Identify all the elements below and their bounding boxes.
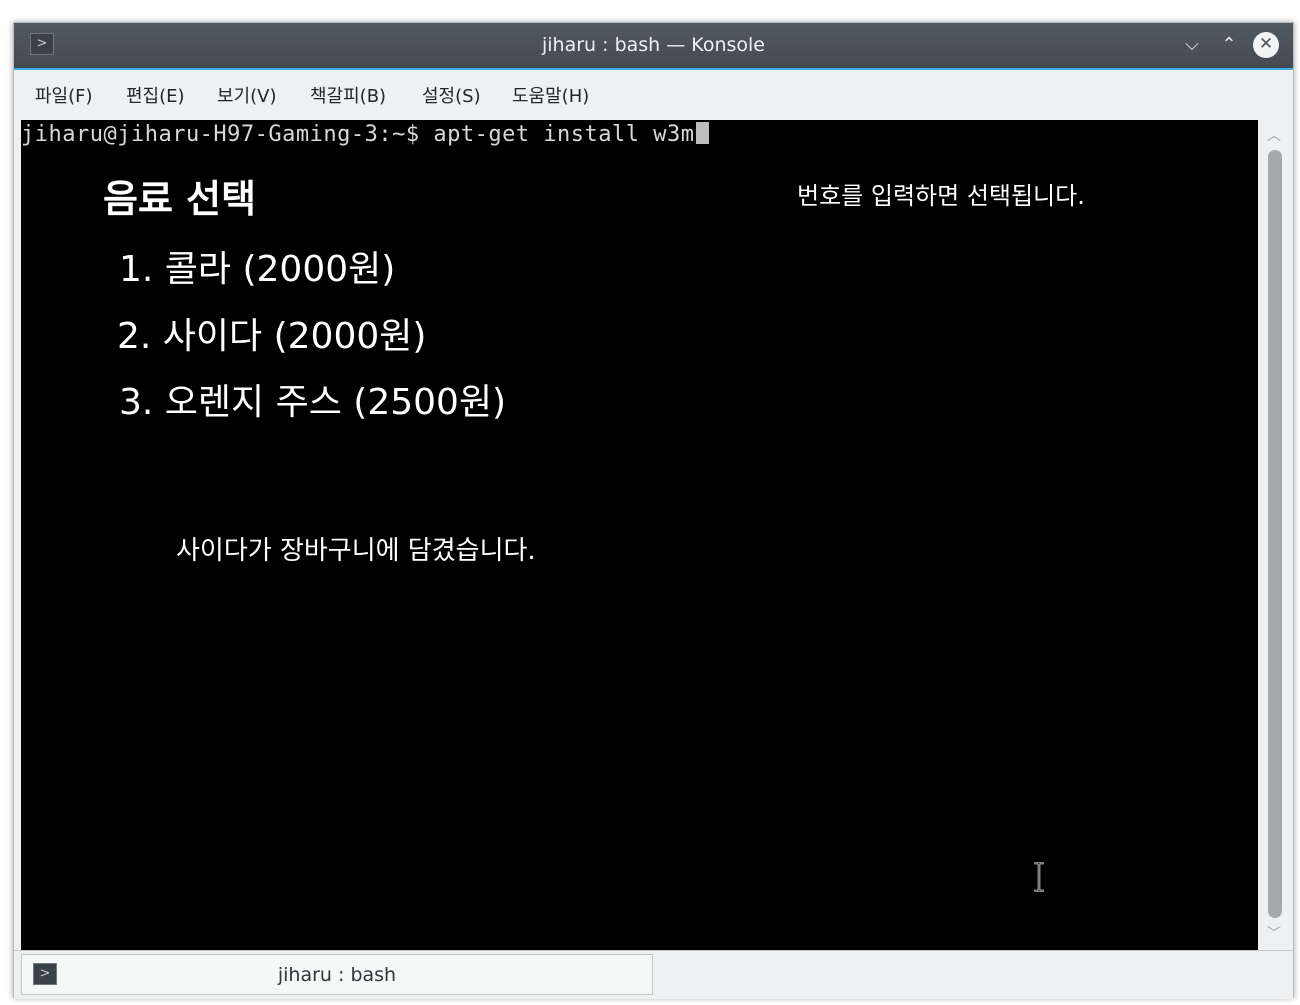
window-title: jiharu : bash — Konsole bbox=[542, 34, 765, 56]
ibeam-cursor-icon bbox=[1034, 862, 1044, 892]
option-orange-juice[interactable]: 3. 오렌지 주스 (2500원) bbox=[119, 373, 506, 425]
tab-bash[interactable]: > jiharu : bash bbox=[21, 954, 653, 995]
scrollbar-thumb[interactable] bbox=[1268, 150, 1282, 918]
menu-edit[interactable]: 편집(E) bbox=[126, 82, 185, 108]
scroll-up-icon[interactable]: ︿ bbox=[1260, 124, 1288, 148]
prompt-line: jiharu@jiharu-H97-Gaming-3:~$ apt-get in… bbox=[21, 122, 709, 147]
menu-bookmarks[interactable]: 책갈피(B) bbox=[310, 82, 386, 108]
menu-bar: 파일(F) 편집(E) 보기(V) 책갈피(B) 설정(S) 도움말(H) bbox=[14, 68, 1293, 120]
menu-file[interactable]: 파일(F) bbox=[35, 82, 93, 108]
menu-view[interactable]: 보기(V) bbox=[217, 82, 276, 108]
terminal-area[interactable]: jiharu@jiharu-H97-Gaming-3:~$ apt-get in… bbox=[21, 120, 1258, 950]
maximize-button[interactable]: ⌃ bbox=[1215, 31, 1243, 59]
close-button[interactable]: ✕ bbox=[1253, 32, 1279, 58]
menu-help[interactable]: 도움말(H) bbox=[512, 82, 589, 108]
tab-bar: > jiharu : bash bbox=[14, 950, 1293, 999]
konsole-window: > jiharu : bash — Konsole ⌵ ⌃ ✕ 파일(F) 편집… bbox=[13, 22, 1294, 999]
menu-settings[interactable]: 설정(S) bbox=[422, 82, 481, 108]
vertical-scrollbar[interactable]: ︿ ﹀ bbox=[1260, 120, 1288, 950]
minimize-button[interactable]: ⌵ bbox=[1178, 31, 1206, 59]
selection-hint: 번호를 입력하면 선택됩니다. bbox=[797, 182, 1085, 210]
tab-label: jiharu : bash bbox=[277, 964, 397, 986]
text-cursor bbox=[695, 122, 709, 144]
cart-message: 사이다가 장바구니에 담겼습니다. bbox=[176, 536, 536, 566]
prompt-text: jiharu@jiharu-H97-Gaming-3:~$ apt-get in… bbox=[21, 122, 695, 147]
title-bar[interactable]: > jiharu : bash — Konsole ⌵ ⌃ ✕ bbox=[14, 23, 1293, 68]
scroll-down-icon[interactable]: ﹀ bbox=[1260, 922, 1288, 946]
option-cider[interactable]: 2. 사이다 (2000원) bbox=[117, 307, 426, 359]
option-cola[interactable]: 1. 콜라 (2000원) bbox=[119, 240, 395, 292]
menu-heading: 음료 선택 bbox=[103, 177, 257, 221]
